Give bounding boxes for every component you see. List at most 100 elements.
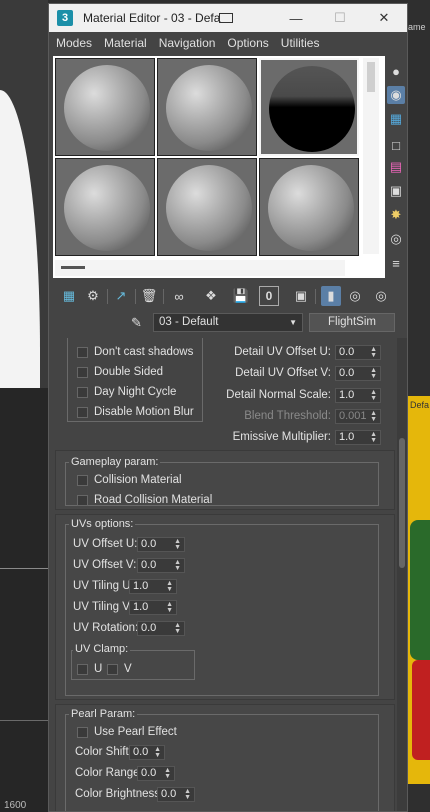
uv-offset-u-spinner[interactable]: 0.0 ▲ ▼ <box>137 537 185 552</box>
color-shift-spinner[interactable]: 0.0 ▲ ▼ <box>129 745 165 760</box>
rollout-scrollbar-thumb[interactable] <box>399 438 405 568</box>
detail-uv-offset-v-spinner[interactable]: 0.0 ▲ ▼ <box>335 366 381 381</box>
show-end-result-icon[interactable]: ▮ <box>321 286 341 306</box>
uv-tiling-u-spinner[interactable]: 1.0 ▲ ▼ <box>129 579 177 594</box>
go-to-parent-icon[interactable]: ◎ <box>345 286 365 306</box>
put-to-scene-icon[interactable]: ⚙ <box>83 286 103 306</box>
title-bar[interactable]: 3 Material Editor - 03 - Defa — ☐ ✕ <box>49 4 407 32</box>
go-forward-sibling-icon[interactable]: ◎ <box>371 286 391 306</box>
uv-tiling-v-label: UV Tiling V: <box>73 601 133 613</box>
dont-cast-shadows-checkbox[interactable]: Don't cast shadows <box>77 346 193 358</box>
minimize-icon: — <box>289 10 303 26</box>
video-color-check-icon[interactable]: ▤ <box>387 158 405 176</box>
select-by-material-icon[interactable]: ◎ <box>387 230 405 248</box>
uv-clamp-u-checkbox[interactable]: U <box>77 663 102 675</box>
detail-normal-scale-spinner[interactable]: 1.0 ▲ ▼ <box>335 388 381 403</box>
use-pearl-effect-checkbox[interactable]: Use Pearl Effect <box>77 726 177 738</box>
window-tab-icon <box>219 13 233 23</box>
sample-slot[interactable] <box>55 158 155 256</box>
spinner-arrows-icon[interactable]: ▲ ▼ <box>166 580 173 593</box>
road-collision-material-checkbox[interactable]: Road Collision Material <box>77 494 212 506</box>
checkbox-box[interactable] <box>77 474 88 486</box>
spinner-arrows-icon[interactable]: ▲ ▼ <box>370 367 377 380</box>
sample-slot[interactable] <box>157 158 257 256</box>
uv-clamp-v-checkbox[interactable]: V <box>107 663 132 675</box>
spinner-value: 0.0 <box>133 746 149 758</box>
put-to-library-icon[interactable]: ❖ <box>201 286 221 306</box>
emissive-multiplier-spinner[interactable]: 1.0 ▲ ▼ <box>335 430 381 445</box>
backlight-icon[interactable]: ◉ <box>387 86 405 104</box>
checkbox-box[interactable] <box>77 386 88 398</box>
sample-slot[interactable] <box>259 158 359 256</box>
get-material-icon[interactable]: ▦ <box>59 286 79 306</box>
uv-offset-u-label: UV Offset U: <box>73 538 138 550</box>
minimize-button[interactable]: — <box>281 8 311 28</box>
background-icon[interactable]: ▦ <box>387 110 405 128</box>
color-brightness-spinner[interactable]: 0.0 ▲ ▼ <box>157 787 195 802</box>
spinner-arrows-icon[interactable]: ▲ ▼ <box>166 601 173 614</box>
maximize-button[interactable]: ☐ <box>325 8 355 28</box>
show-shaded-icon[interactable]: ▣ <box>291 286 311 306</box>
checkbox-box[interactable] <box>77 346 88 358</box>
blend-threshold-spinner: 0.001 ▲ ▼ <box>335 409 381 424</box>
viewport-grid-line <box>0 720 48 721</box>
spinner-arrows-icon[interactable]: ▲ ▼ <box>184 788 191 801</box>
checkbox-box[interactable] <box>77 494 88 506</box>
uv-tiling-u-label: UV Tiling U: <box>73 580 134 592</box>
checkbox-box[interactable] <box>77 726 88 738</box>
spinner-value: 1.0 <box>133 601 149 613</box>
uv-rotation-spinner[interactable]: 0.0 ▲ ▼ <box>137 621 185 636</box>
sample-type-icon[interactable]: ● <box>387 62 405 80</box>
sample-slots-vscroll-thumb[interactable] <box>367 62 375 92</box>
sample-slot-selected[interactable] <box>259 58 359 156</box>
viewport-figure <box>410 520 430 660</box>
spinner-arrows-icon[interactable]: ▲ ▼ <box>370 431 377 444</box>
spinner-arrows-icon[interactable]: ▲ ▼ <box>174 559 181 572</box>
spinner-arrows-icon[interactable]: ▲ ▼ <box>154 746 161 759</box>
menu-material[interactable]: Material <box>104 36 147 50</box>
material-name-dropdown[interactable]: 03 - Default ▼ <box>153 313 303 332</box>
sample-slot[interactable] <box>55 58 155 156</box>
uv-rotation-label: UV Rotation: <box>73 622 139 634</box>
uv-offset-v-spinner[interactable]: 0.0 ▲ ▼ <box>137 558 185 573</box>
menu-utilities[interactable]: Utilities <box>281 36 320 50</box>
checkbox-box[interactable] <box>77 406 88 418</box>
checkbox-box[interactable] <box>77 663 88 675</box>
checkbox-box[interactable] <box>77 366 88 378</box>
menu-modes[interactable]: Modes <box>56 36 92 50</box>
sample-slots-hscroll[interactable] <box>55 260 345 276</box>
close-button[interactable]: ✕ <box>369 8 399 28</box>
sample-slots-hscroll-thumb[interactable] <box>61 266 85 269</box>
menu-navigation[interactable]: Navigation <box>159 36 216 50</box>
assign-to-selection-icon[interactable]: ↗ <box>111 286 131 306</box>
make-unique-icon[interactable]: ∞ <box>169 286 189 306</box>
material-sphere-preview <box>166 65 252 151</box>
make-preview-icon[interactable]: ▣ <box>387 182 405 200</box>
rollout-scrollbar[interactable] <box>397 338 407 811</box>
material-id-0-icon[interactable]: 0 <box>259 286 279 306</box>
checkbox-box[interactable] <box>107 663 118 675</box>
reset-map-icon[interactable]: 🗑 <box>139 286 159 306</box>
spinner-arrows-icon[interactable]: ▲ ▼ <box>370 389 377 402</box>
menu-options[interactable]: Options <box>227 36 268 50</box>
collision-material-checkbox[interactable]: Collision Material <box>77 474 182 486</box>
sample-uv-tiling-icon[interactable]: □ <box>387 136 405 154</box>
spinner-arrows-icon[interactable]: ▲ ▼ <box>174 622 181 635</box>
spinner-arrows-icon[interactable]: ▲ ▼ <box>370 346 377 359</box>
day-night-cycle-checkbox[interactable]: Day Night Cycle <box>77 386 176 398</box>
sample-slot[interactable] <box>157 58 257 156</box>
double-sided-checkbox[interactable]: Double Sided <box>77 366 163 378</box>
options-icon[interactable]: ✸ <box>387 206 405 224</box>
color-range-spinner[interactable]: 0.0 ▲ ▼ <box>137 766 175 781</box>
disable-motion-blur-checkbox[interactable]: Disable Motion Blur <box>77 406 194 418</box>
spinner-arrows-icon[interactable]: ▲ ▼ <box>164 767 171 780</box>
checkbox-label: Day Night Cycle <box>94 386 177 398</box>
uv-tiling-v-spinner[interactable]: 1.0 ▲ ▼ <box>129 600 177 615</box>
material-navigator-icon[interactable]: ≡ <box>387 254 405 272</box>
material-id-channel-icon[interactable]: 💾 <box>231 286 251 306</box>
spinner-value: 0.0 <box>141 767 157 779</box>
spinner-arrows-icon[interactable]: ▲ ▼ <box>174 538 181 551</box>
detail-uv-offset-u-spinner[interactable]: 0.0 ▲ ▼ <box>335 345 381 360</box>
material-type-button[interactable]: FlightSim <box>309 313 395 332</box>
pick-material-icon[interactable]: ✎ <box>131 315 147 331</box>
